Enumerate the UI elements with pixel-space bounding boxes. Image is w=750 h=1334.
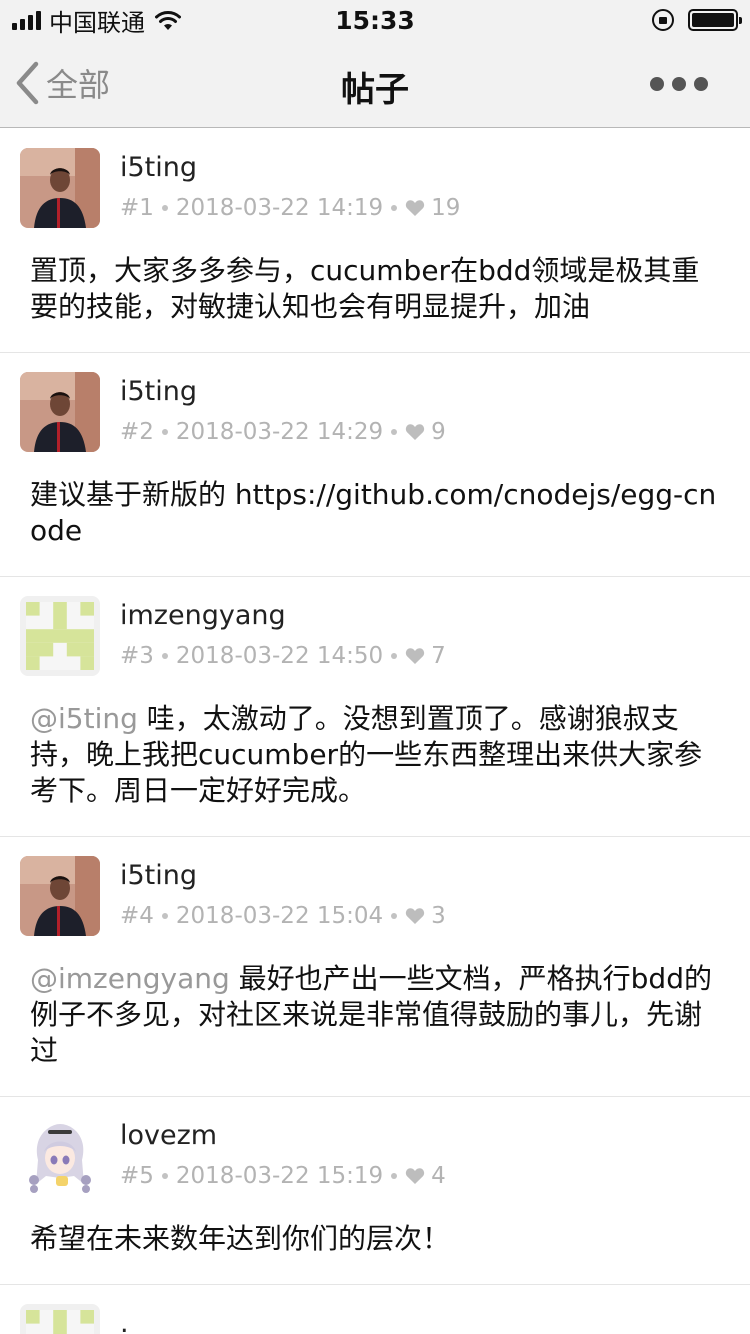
post-item[interactable]: imzengyang #3 2018-03-22 14:50 7 @i5ting 哇，太…: [0, 577, 750, 837]
anime-avatar[interactable]: [20, 1116, 100, 1196]
post-floor: #3: [120, 643, 154, 669]
identicon-avatar[interactable]: [20, 1304, 100, 1334]
post-username[interactable]: lovezm: [120, 1120, 446, 1152]
post-header: i5ting #1 2018-03-22 14:19 19: [20, 148, 730, 228]
orientation-lock-icon: [652, 9, 674, 31]
post-content: 希望在未来数年达到你们的层次！: [20, 1196, 730, 1284]
like-count: 4: [431, 1163, 446, 1189]
like-count: 7: [431, 643, 446, 669]
like-button[interactable]: 7: [405, 642, 446, 670]
heart-icon: [406, 424, 425, 440]
nav-bar: 全部 帖子: [0, 40, 750, 128]
separator-dot: [391, 429, 398, 435]
separator-dot: [391, 653, 398, 659]
post-meta: i5ting #2 2018-03-22 14:29 9: [120, 372, 446, 452]
battery-icon: [688, 9, 742, 31]
post-item[interactable]: i5ting #4 2018-03-22 15:04 3 @imzengyang 最好也…: [0, 837, 750, 1097]
post-username[interactable]: i5ting: [120, 152, 460, 184]
more-dot-icon: [694, 77, 708, 91]
post-datetime: 2018-03-22 15:19: [175, 1163, 384, 1189]
post-meta: i5ting #4 2018-03-22 15:04 3: [120, 856, 446, 936]
post-item[interactable]: .: [0, 1285, 750, 1334]
mention-link[interactable]: @imzengyang: [30, 962, 230, 995]
post-meta: lovezm #5 2018-03-22 15:19 4: [120, 1116, 446, 1196]
like-count: 19: [431, 195, 461, 221]
carrier-label: 中国联通: [49, 8, 145, 37]
heart-icon: [406, 648, 425, 664]
post-datetime: 2018-03-22 14:29: [175, 419, 384, 445]
like-button[interactable]: 3: [405, 902, 446, 930]
post-floor: #1: [120, 195, 154, 221]
post-header: i5ting #2 2018-03-22 14:29 9: [20, 372, 730, 452]
post-datetime: 2018-03-22 15:04: [175, 903, 384, 929]
signal-icon: [12, 10, 41, 30]
post-header: imzengyang #3 2018-03-22 14:50 7: [20, 596, 730, 676]
post-info: #1 2018-03-22 14:19 19: [120, 194, 460, 222]
post-content: @imzengyang 最好也产出一些文档，严格执行bdd的例子不多见，对社区来…: [20, 936, 730, 1096]
photo-avatar[interactable]: [20, 148, 100, 228]
post-info: #5 2018-03-22 15:19 4: [120, 1162, 446, 1190]
post-username[interactable]: .: [120, 1308, 129, 1334]
more-dot-icon: [672, 77, 686, 91]
heart-icon: [406, 1168, 425, 1184]
post-info: #2 2018-03-22 14:29 9: [120, 418, 446, 446]
separator-dot: [391, 205, 398, 211]
more-button[interactable]: [650, 77, 708, 91]
status-left: 中国联通: [12, 3, 183, 38]
page-title: 帖子: [341, 70, 409, 110]
post-header: lovezm #5 2018-03-22 15:19 4: [20, 1116, 730, 1196]
photo-avatar[interactable]: [20, 372, 100, 452]
post-username[interactable]: imzengyang: [120, 600, 446, 632]
photo-avatar[interactable]: [20, 856, 100, 936]
post-datetime: 2018-03-22 14:19: [175, 195, 384, 221]
identicon-avatar[interactable]: [20, 596, 100, 676]
post-header: i5ting #4 2018-03-22 15:04 3: [20, 856, 730, 936]
separator-dot: [161, 429, 168, 435]
post-item[interactable]: i5ting #2 2018-03-22 14:29 9 建议基于新版的 https:/…: [0, 353, 750, 577]
separator-dot: [391, 1173, 398, 1179]
separator-dot: [161, 653, 168, 659]
like-button[interactable]: 9: [405, 418, 446, 446]
post-info: #4 2018-03-22 15:04 3: [120, 902, 446, 930]
post-datetime: 2018-03-22 14:50: [175, 643, 384, 669]
like-count: 9: [431, 419, 446, 445]
post-header: .: [20, 1304, 730, 1334]
post-item[interactable]: i5ting #1 2018-03-22 14:19 19 置顶，大家多多参与，cucu…: [0, 129, 750, 353]
wifi-icon: [155, 11, 181, 30]
status-right: [652, 9, 742, 31]
post-list: i5ting #1 2018-03-22 14:19 19 置顶，大家多多参与，cucu…: [0, 129, 750, 1334]
post-content: 建议基于新版的 https://github.com/cnodejs/egg-c…: [20, 452, 730, 576]
post-info: #3 2018-03-22 14:50 7: [120, 642, 446, 670]
like-count: 3: [431, 903, 446, 929]
post-content: 置顶，大家多多参与，cucumber在bdd领域是极其重要的技能，对敏捷认知也会…: [20, 228, 730, 352]
post-meta: i5ting #1 2018-03-22 14:19 19: [120, 148, 460, 228]
heart-icon: [406, 908, 425, 924]
post-username[interactable]: i5ting: [120, 376, 446, 408]
post-text: 置顶，大家多多参与，cucumber在bdd领域是极其重要的技能，对敏捷认知也会…: [30, 254, 700, 323]
post-meta: .: [120, 1304, 129, 1334]
post-text: 建议基于新版的 https://github.com/cnodejs/egg-c…: [30, 478, 717, 547]
more-dot-icon: [650, 77, 664, 91]
mention-link[interactable]: @i5ting: [30, 702, 138, 735]
separator-dot: [391, 913, 398, 919]
separator-dot: [161, 1173, 168, 1179]
post-text: 希望在未来数年达到你们的层次！: [30, 1222, 451, 1255]
separator-dot: [161, 913, 168, 919]
like-button[interactable]: 19: [405, 194, 460, 222]
post-content: @i5ting 哇，太激动了。没想到置顶了。感谢狼叔支持，晚上我把cucumbe…: [20, 676, 730, 836]
separator-dot: [161, 205, 168, 211]
post-floor: #4: [120, 903, 154, 929]
post-username[interactable]: i5ting: [120, 860, 446, 892]
post-floor: #2: [120, 419, 154, 445]
post-floor: #5: [120, 1163, 154, 1189]
post-item[interactable]: lovezm #5 2018-03-22 15:19 4 希望在未来数年达到你们的层次！: [0, 1097, 750, 1285]
status-bar: 中国联通 15:33: [0, 0, 750, 40]
heart-icon: [406, 200, 425, 216]
like-button[interactable]: 4: [405, 1162, 446, 1190]
post-meta: imzengyang #3 2018-03-22 14:50 7: [120, 596, 446, 676]
